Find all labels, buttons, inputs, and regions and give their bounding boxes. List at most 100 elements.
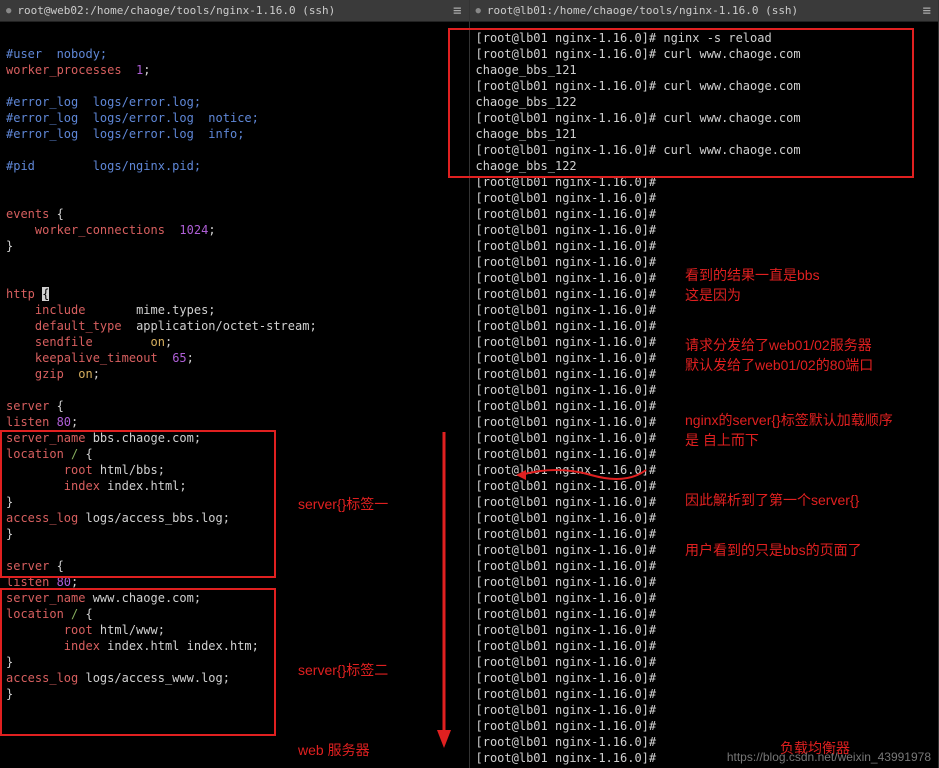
terminal-line: [root@lb01 nginx-1.16.0]# — [476, 734, 933, 750]
config-line — [6, 174, 463, 190]
terminal-line: [root@lb01 nginx-1.16.0]# — [476, 622, 933, 638]
config-line: index index.html index.htm; — [6, 638, 463, 654]
terminal-line: chaoge_bbs_122 — [476, 94, 933, 110]
config-line — [6, 142, 463, 158]
config-line: events { — [6, 206, 463, 222]
config-line: location / { — [6, 606, 463, 622]
terminal-line: [root@lb01 nginx-1.16.0]# — [476, 526, 933, 542]
config-line: http { — [6, 286, 463, 302]
terminal-line: chaoge_bbs_121 — [476, 126, 933, 142]
config-line: listen 80; — [6, 574, 463, 590]
config-line: location / { — [6, 446, 463, 462]
terminal-line: [root@lb01 nginx-1.16.0]# — [476, 366, 933, 382]
right-pane: ● root@lb01:/home/chaoge/tools/nginx-1.1… — [470, 0, 939, 768]
terminal-line: [root@lb01 nginx-1.16.0]# — [476, 222, 933, 238]
left-terminal[interactable]: #user nobody;worker_processes 1; #error_… — [0, 22, 469, 768]
terminal-line: [root@lb01 nginx-1.16.0]# — [476, 638, 933, 654]
terminal-line: [root@lb01 nginx-1.16.0]# — [476, 558, 933, 574]
config-line: keepalive_timeout 65; — [6, 350, 463, 366]
terminal-line: [root@lb01 nginx-1.16.0]# — [476, 270, 933, 286]
terminal-line: [root@lb01 nginx-1.16.0]# — [476, 254, 933, 270]
config-line — [6, 254, 463, 270]
right-terminal[interactable]: [root@lb01 nginx-1.16.0]# nginx -s reloa… — [470, 22, 939, 768]
terminal-line: [root@lb01 nginx-1.16.0]# — [476, 286, 933, 302]
config-line: #pid logs/nginx.pid; — [6, 158, 463, 174]
config-line: #error_log logs/error.log; — [6, 94, 463, 110]
terminal-line: [root@lb01 nginx-1.16.0]# — [476, 590, 933, 606]
terminal-line: [root@lb01 nginx-1.16.0]# — [476, 446, 933, 462]
config-line: } — [6, 654, 463, 670]
config-line: worker_connections 1024; — [6, 222, 463, 238]
terminal-line: [root@lb01 nginx-1.16.0]# — [476, 206, 933, 222]
terminal-line: [root@lb01 nginx-1.16.0]# — [476, 382, 933, 398]
config-line: server_name bbs.chaoge.com; — [6, 430, 463, 446]
terminal-line: [root@lb01 nginx-1.16.0]# — [476, 718, 933, 734]
menu-icon[interactable]: ≡ — [453, 3, 462, 19]
right-tab-title: root@lb01:/home/chaoge/tools/nginx-1.16.… — [487, 4, 798, 17]
terminal-line: [root@lb01 nginx-1.16.0]# — [476, 350, 933, 366]
terminal-line: [root@lb01 nginx-1.16.0]# — [476, 238, 933, 254]
config-line — [6, 270, 463, 286]
terminal-line: [root@lb01 nginx-1.16.0]# curl www.chaog… — [476, 78, 933, 94]
terminal-line: [root@lb01 nginx-1.16.0]# — [476, 574, 933, 590]
config-line: #error_log logs/error.log notice; — [6, 110, 463, 126]
terminal-line: [root@lb01 nginx-1.16.0]# — [476, 414, 933, 430]
terminal-line: [root@lb01 nginx-1.16.0]# — [476, 398, 933, 414]
config-line: include mime.types; — [6, 302, 463, 318]
config-line: default_type application/octet-stream; — [6, 318, 463, 334]
config-line: server { — [6, 398, 463, 414]
terminal-line: [root@lb01 nginx-1.16.0]# — [476, 190, 933, 206]
tab-dot-icon: ● — [6, 6, 11, 16]
config-line — [6, 382, 463, 398]
config-line: access_log logs/access_bbs.log; — [6, 510, 463, 526]
config-line: } — [6, 526, 463, 542]
terminal-line: [root@lb01 nginx-1.16.0]# — [476, 430, 933, 446]
terminal-line: [root@lb01 nginx-1.16.0]# curl www.chaog… — [476, 110, 933, 126]
terminal-line: [root@lb01 nginx-1.16.0]# — [476, 478, 933, 494]
right-tabbar: ● root@lb01:/home/chaoge/tools/nginx-1.1… — [470, 0, 939, 22]
config-line: root html/bbs; — [6, 462, 463, 478]
terminal-line: [root@lb01 nginx-1.16.0]# nginx -s reloa… — [476, 30, 933, 46]
terminal-line: [root@lb01 nginx-1.16.0]# — [476, 606, 933, 622]
terminal-line: [root@lb01 nginx-1.16.0]# curl www.chaog… — [476, 46, 933, 62]
tab-dot-icon: ● — [476, 6, 481, 16]
terminal-line: [root@lb01 nginx-1.16.0]# — [476, 702, 933, 718]
watermark: https://blog.csdn.net/weixin_43991978 — [727, 750, 931, 764]
config-line: } — [6, 238, 463, 254]
config-line: server { — [6, 558, 463, 574]
config-line: access_log logs/access_www.log; — [6, 670, 463, 686]
config-line: gzip on; — [6, 366, 463, 382]
config-line: } — [6, 494, 463, 510]
terminal-line: [root@lb01 nginx-1.16.0]# — [476, 462, 933, 478]
terminal-line: chaoge_bbs_122 — [476, 158, 933, 174]
config-line: #error_log logs/error.log info; — [6, 126, 463, 142]
config-line: root html/www; — [6, 622, 463, 638]
terminal-line: chaoge_bbs_121 — [476, 62, 933, 78]
config-line — [6, 542, 463, 558]
config-line: listen 80; — [6, 414, 463, 430]
terminal-line: [root@lb01 nginx-1.16.0]# — [476, 510, 933, 526]
terminal-line: [root@lb01 nginx-1.16.0]# — [476, 334, 933, 350]
terminal-line: [root@lb01 nginx-1.16.0]# — [476, 302, 933, 318]
terminal-line: [root@lb01 nginx-1.16.0]# — [476, 686, 933, 702]
config-line: } — [6, 686, 463, 702]
terminal-line: [root@lb01 nginx-1.16.0]# — [476, 174, 933, 190]
config-line: index index.html; — [6, 478, 463, 494]
config-line — [6, 30, 463, 46]
left-pane: ● root@web02:/home/chaoge/tools/nginx-1.… — [0, 0, 470, 768]
terminal-line: [root@lb01 nginx-1.16.0]# — [476, 542, 933, 558]
terminal-line: [root@lb01 nginx-1.16.0]# — [476, 670, 933, 686]
menu-icon[interactable]: ≡ — [923, 3, 932, 19]
terminal-line: [root@lb01 nginx-1.16.0]# curl www.chaog… — [476, 142, 933, 158]
config-line: worker_processes 1; — [6, 62, 463, 78]
left-tab-title: root@web02:/home/chaoge/tools/nginx-1.16… — [17, 4, 335, 17]
config-line: server_name www.chaoge.com; — [6, 590, 463, 606]
config-line: #user nobody; — [6, 46, 463, 62]
terminal-line: [root@lb01 nginx-1.16.0]# — [476, 318, 933, 334]
terminal-line: [root@lb01 nginx-1.16.0]# — [476, 654, 933, 670]
terminal-line: [root@lb01 nginx-1.16.0]# — [476, 494, 933, 510]
config-line — [6, 78, 463, 94]
config-line — [6, 190, 463, 206]
config-line: sendfile on; — [6, 334, 463, 350]
left-tabbar: ● root@web02:/home/chaoge/tools/nginx-1.… — [0, 0, 469, 22]
